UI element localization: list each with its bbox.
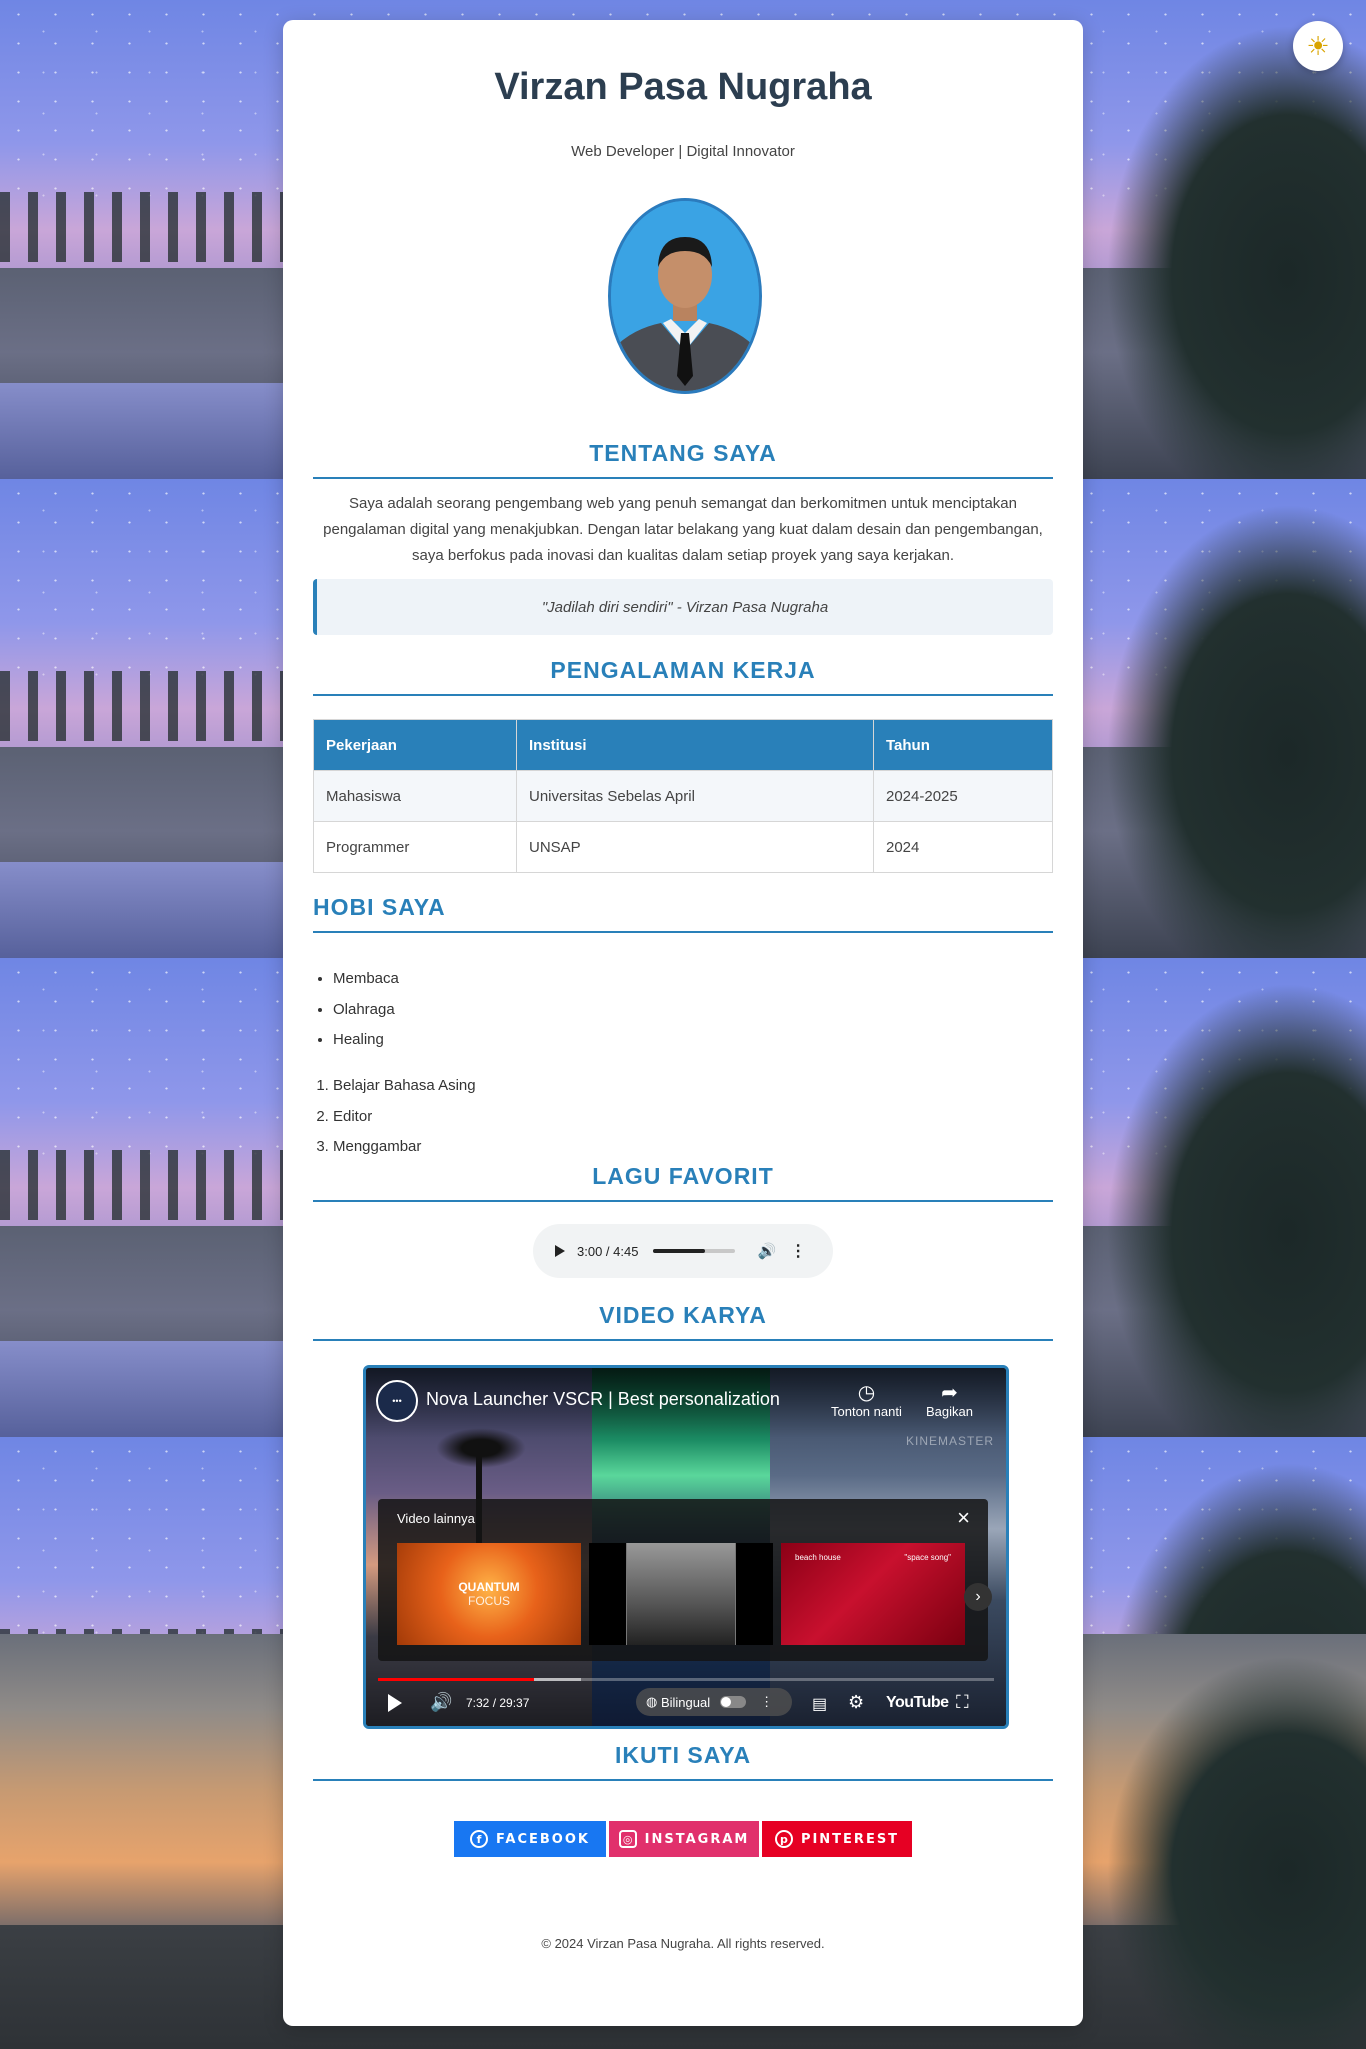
video-played (378, 1678, 535, 1681)
quote: "Jadilah diri sendiri" - Virzan Pasa Nug… (313, 579, 1053, 635)
share-icon: ➦ (941, 1382, 958, 1404)
table-cell: Universitas Sebelas April (516, 770, 874, 822)
watermark: KINEMASTER (906, 1434, 995, 1448)
theme-toggle-button[interactable]: ☀ (1293, 21, 1343, 71)
table-cell: UNSAP (516, 821, 874, 873)
subtitles-icon[interactable]: ▤ (812, 1694, 827, 1714)
sun-icon: ☀ (1306, 31, 1330, 61)
tagline: Web Developer | Digital Innovator (571, 143, 795, 160)
toggle-switch[interactable] (720, 1696, 747, 1708)
profile-card: Virzan Pasa Nugraha Web Developer | Digi… (283, 20, 1083, 2026)
pinterest-button[interactable]: p PINTEREST (762, 1821, 912, 1857)
globe-icon: ◍ (646, 1694, 661, 1709)
share-button[interactable]: ➦ Bagikan (926, 1382, 973, 1419)
video-controls: 🔊 7:32 / 29:37 ◍ Bilingual ⋮ ▤ ⚙ YouTube… (366, 1682, 1006, 1726)
list-item: Belajar Bahasa Asing (333, 1071, 476, 1102)
table-header: Tahun (873, 719, 1053, 771)
section-title-music: LAGU FAVORIT (313, 1163, 1053, 1202)
section-title-hobbies: HOBI SAYA (313, 894, 1053, 933)
section-title-experience: PENGALAMAN KERJA (313, 657, 1053, 696)
pinterest-icon: p (774, 1830, 793, 1848)
fullscreen-icon[interactable]: ⛶ (956, 1692, 969, 1713)
more-videos-panel: Video lainnya × QUANTUM FOCUS beach house… (378, 1499, 992, 1661)
instagram-icon: ◎ (618, 1830, 637, 1848)
page-title: Virzan Pasa Nugraha (494, 66, 872, 108)
play-icon[interactable] (555, 1245, 565, 1257)
volume-icon[interactable]: 🔊 (757, 1242, 776, 1260)
footer-copyright: © 2024 Virzan Pasa Nugraha. All rights r… (541, 1936, 825, 1951)
chevron-right-icon[interactable]: › (964, 1583, 992, 1611)
video-thumbnail[interactable]: beach house "space song" (781, 1543, 965, 1645)
facebook-button[interactable]: f FACEBOOK (454, 1821, 606, 1857)
more-options-icon[interactable]: ⋮ (760, 1694, 773, 1710)
list-item: Editor (333, 1102, 476, 1133)
hobby-list: Membaca Olahraga Healing (313, 964, 399, 1056)
table-cell: Mahasiswa (313, 770, 517, 822)
watch-later-button[interactable]: ◷ Tonton nanti (831, 1382, 902, 1419)
table-cell: 2024 (873, 821, 1053, 873)
list-item: Menggambar (333, 1132, 476, 1163)
experience-table: Pekerjaan Institusi Tahun Mahasiswa Univ… (313, 719, 1053, 873)
section-title-social: IKUTI SAYA (313, 1742, 1053, 1781)
audio-seek-bar[interactable] (653, 1249, 736, 1253)
youtube-logo[interactable]: YouTube (886, 1694, 949, 1712)
avatar (608, 198, 762, 394)
audio-progress-fill (653, 1249, 706, 1253)
clock-icon: ◷ (857, 1382, 876, 1404)
instagram-button[interactable]: ◎ INSTAGRAM (609, 1821, 759, 1857)
volume-icon[interactable]: 🔊 (430, 1692, 452, 1713)
table-row: Mahasiswa Universitas Sebelas April 2024… (313, 770, 1053, 822)
audio-time: 3:00 / 4:45 (577, 1243, 639, 1259)
facebook-icon: f (470, 1830, 489, 1848)
play-icon[interactable] (388, 1694, 402, 1712)
list-item: Membaca (333, 964, 399, 995)
video-progress-bar[interactable] (378, 1678, 994, 1681)
about-text: Saya adalah seorang pengembang web yang … (323, 495, 1043, 564)
table-row: Programmer UNSAP 2024 (313, 821, 1053, 873)
list-item: Healing (333, 1025, 399, 1056)
table-cell: 2024-2025 (873, 770, 1053, 822)
video-title[interactable]: Nova Launcher VSCR | Best personalizatio… (426, 1389, 780, 1410)
video-thumbnail[interactable] (589, 1543, 773, 1645)
section-title-video: VIDEO KARYA (313, 1302, 1053, 1341)
table-header: Institusi (516, 719, 874, 771)
gear-icon[interactable]: ⚙ (848, 1692, 864, 1713)
bilingual-toggle[interactable]: ◍ Bilingual ⋮ (636, 1688, 792, 1716)
audio-player[interactable]: 3:00 / 4:45 🔊 ⋮ (533, 1224, 833, 1278)
section-title-about: TENTANG SAYA (313, 440, 1053, 479)
more-options-icon[interactable]: ⋮ (790, 1241, 806, 1261)
video-time: 7:32 / 29:37 (466, 1696, 530, 1710)
close-icon[interactable]: × (957, 1505, 970, 1531)
more-videos-title: Video lainnya (397, 1511, 475, 1526)
hobby-ordered-list: Belajar Bahasa Asing Editor Menggambar (313, 1071, 476, 1163)
table-cell: Programmer (313, 821, 517, 873)
video-thumbnail[interactable]: QUANTUM FOCUS (397, 1543, 581, 1645)
youtube-embed[interactable]: ••• Nova Launcher VSCR | Best personaliz… (363, 1365, 1009, 1729)
channel-avatar[interactable]: ••• (376, 1380, 418, 1422)
list-item: Olahraga (333, 995, 399, 1026)
table-header: Pekerjaan (313, 719, 517, 771)
